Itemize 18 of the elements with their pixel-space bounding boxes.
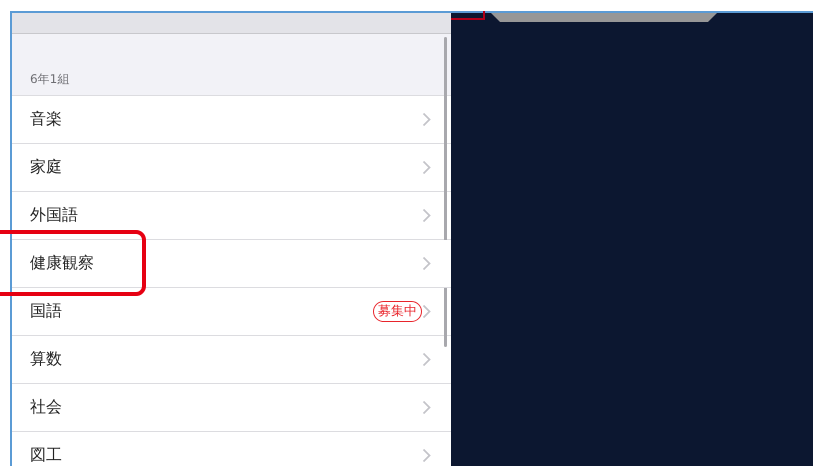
section-header: 6年1組 <box>30 71 70 88</box>
list-row[interactable]: 家庭 <box>12 144 451 192</box>
row-label: 音楽 <box>30 109 63 130</box>
row-label: 社会 <box>30 397 63 418</box>
list-row[interactable]: 算数 <box>12 336 451 384</box>
list-row[interactable]: 音楽 <box>12 96 451 144</box>
row-label: 図工 <box>30 445 63 466</box>
list-row[interactable]: 社会 <box>12 384 451 432</box>
list-row[interactable]: 国語 募集中 <box>12 288 451 336</box>
list-row[interactable]: 健康観察 <box>12 240 451 288</box>
status-badge: 募集中 <box>373 301 422 322</box>
row-label: 国語 <box>30 301 63 322</box>
row-label: 外国語 <box>30 205 79 226</box>
row-label: 家庭 <box>30 157 63 178</box>
list-row[interactable]: 図工 <box>12 432 451 466</box>
row-label: 算数 <box>30 349 63 370</box>
row-label: 健康観察 <box>30 253 95 274</box>
list-row[interactable]: 外国語 <box>12 192 451 240</box>
